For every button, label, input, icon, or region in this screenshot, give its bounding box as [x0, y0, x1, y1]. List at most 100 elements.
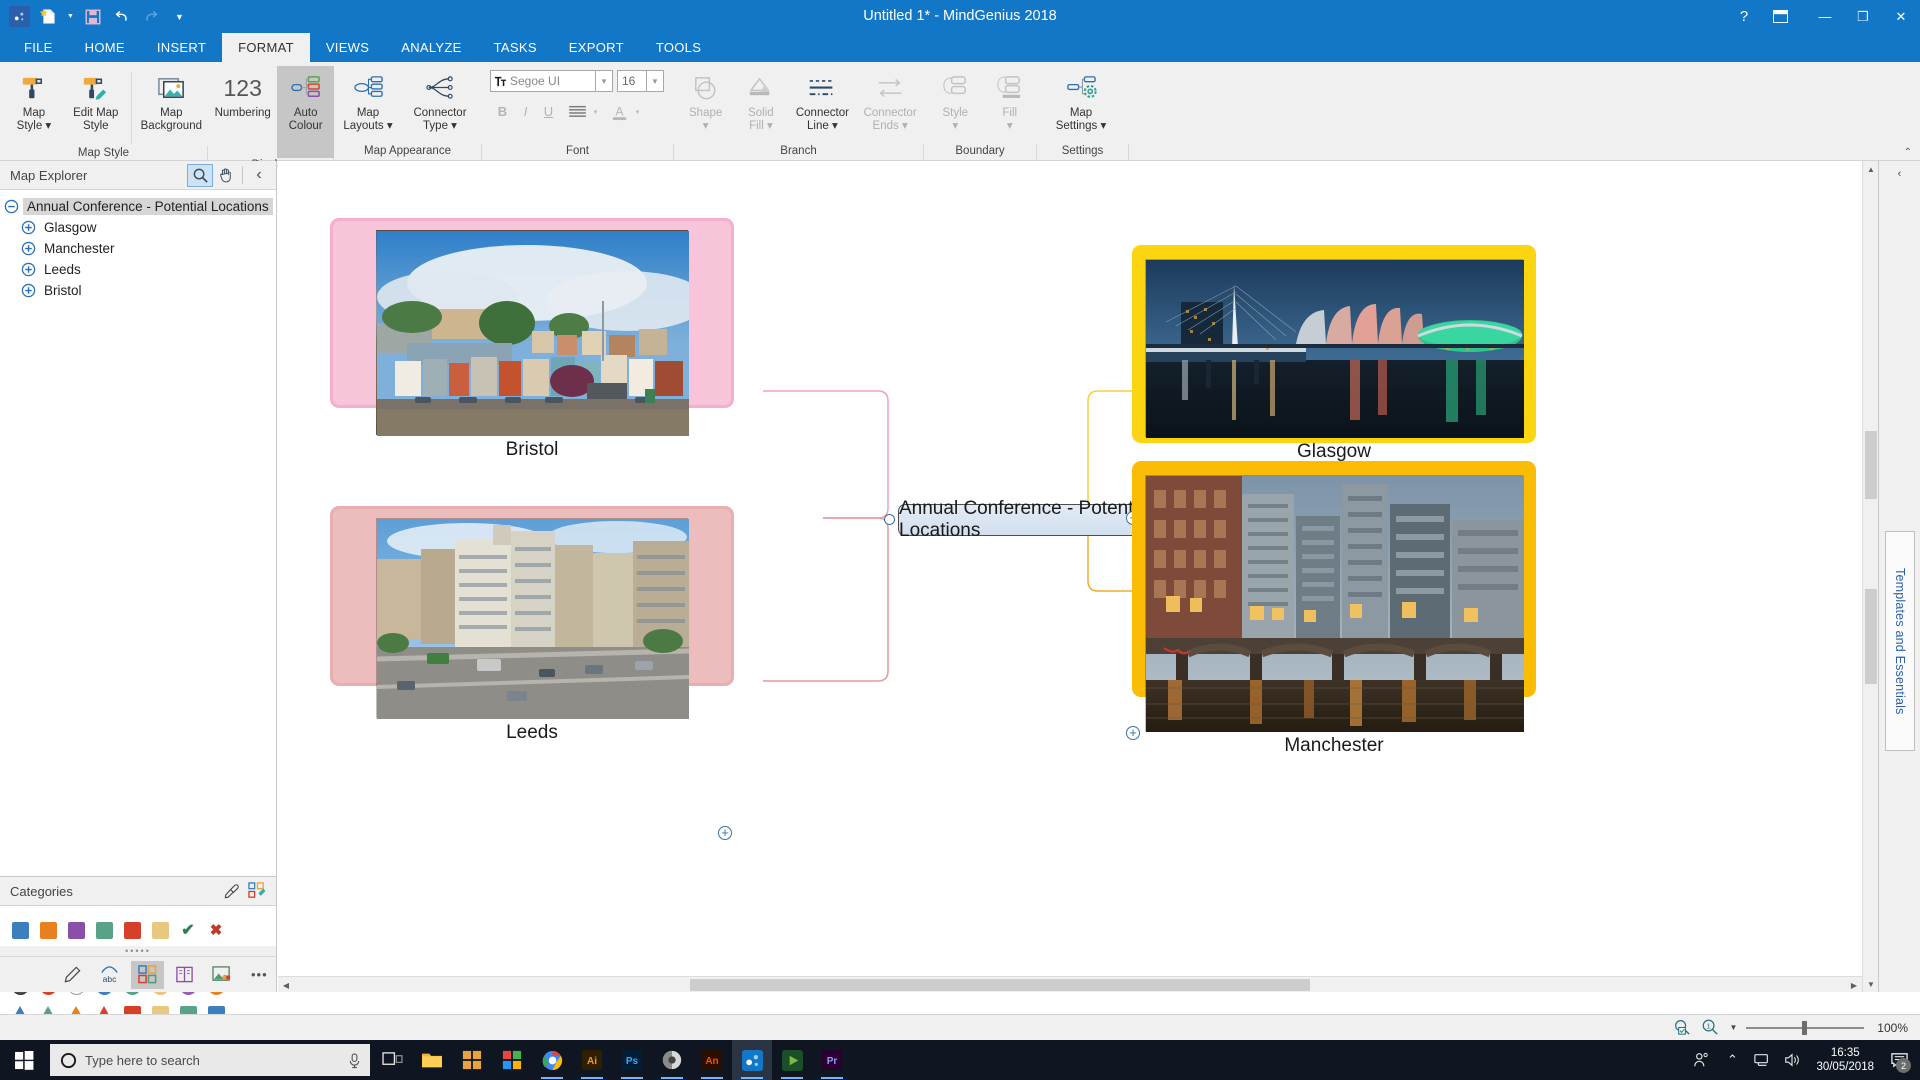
scroll-down-icon[interactable]: ▼ [1863, 976, 1879, 992]
vertical-scroll-thumb-2[interactable] [1865, 589, 1877, 684]
zoom-slider[interactable] [1746, 1020, 1864, 1036]
map-canvas[interactable]: Bristol + [278, 161, 1878, 992]
tab-file[interactable]: FILE [8, 33, 69, 62]
map-node-bristol[interactable]: Bristol [330, 218, 734, 408]
customize-qat-icon[interactable]: ▼ [166, 3, 193, 30]
bold-button[interactable]: B [492, 101, 513, 122]
category-blue-square[interactable] [6, 916, 34, 944]
taskbar-store[interactable] [452, 1040, 492, 1080]
connector-ends-button[interactable]: Connector Ends ▾ [856, 66, 924, 132]
italic-button[interactable]: I [515, 101, 536, 122]
tree-item-leeds[interactable]: Leeds [0, 259, 276, 280]
fit-map-icon[interactable] [1671, 1017, 1693, 1039]
font-name-dropdown-icon[interactable]: ▼ [596, 70, 613, 92]
canvas-horizontal-scrollbar[interactable]: ◀ ▶ [278, 976, 1862, 992]
tab-tools[interactable]: TOOLS [640, 33, 717, 62]
tab-home[interactable]: HOME [69, 33, 141, 62]
panel-tab-spelling[interactable]: abc [93, 961, 126, 989]
map-settings-button[interactable]: Map Settings ▾ [1043, 66, 1119, 132]
panel-tab-categories[interactable] [131, 961, 164, 989]
taskbar-mindgenius[interactable] [732, 1040, 772, 1080]
tree-item-manchester[interactable]: Manchester [0, 238, 276, 259]
category-green-square[interactable] [90, 916, 118, 944]
central-left-handle[interactable] [884, 514, 895, 525]
ribbon-display-options-icon[interactable] [1762, 0, 1798, 33]
collapse-ribbon-icon[interactable]: ⌃ [1904, 147, 1912, 158]
panel-tab-library[interactable] [168, 961, 201, 989]
people-icon[interactable] [1688, 1040, 1716, 1080]
category-orange-square[interactable] [34, 916, 62, 944]
task-view-icon[interactable] [372, 1040, 412, 1080]
panel-tab-pencil[interactable] [56, 961, 89, 989]
app-logo-icon[interactable] [6, 3, 33, 30]
panel-tab-more[interactable]: ••• [243, 961, 276, 989]
vertical-scroll-thumb[interactable] [1865, 431, 1877, 499]
expand-right-dock-icon[interactable]: ‹ [1879, 161, 1920, 187]
taskbar-chrome[interactable] [532, 1040, 572, 1080]
leeds-expand-handle[interactable]: + [718, 826, 732, 840]
map-background-button[interactable]: Map Background [135, 66, 208, 132]
taskbar-snagit[interactable] [652, 1040, 692, 1080]
expand-plus-icon[interactable] [20, 219, 37, 236]
zoom-thumb[interactable] [1802, 1021, 1807, 1035]
category-cross-icon[interactable]: ✖ [202, 916, 230, 944]
category-tick-icon[interactable]: ✔ [174, 916, 202, 944]
help-icon[interactable]: ? [1726, 0, 1762, 33]
map-layouts-button[interactable]: Map Layouts ▾ [334, 66, 402, 132]
underline-button[interactable]: U [538, 101, 559, 122]
taskbar-camtasia[interactable] [772, 1040, 812, 1080]
panel-resize-gripper[interactable]: ••••• [0, 946, 276, 956]
maximize-button[interactable]: ❐ [1844, 0, 1882, 33]
panel-tab-pictures[interactable] [205, 961, 238, 989]
category-purple-square[interactable] [62, 916, 90, 944]
pan-hand-icon[interactable] [213, 164, 239, 187]
show-hidden-icons-chevron[interactable]: ⌃ [1718, 1040, 1746, 1080]
expand-plus-icon[interactable] [20, 261, 37, 278]
eyedropper-icon[interactable] [218, 880, 244, 903]
taskbar-animate[interactable]: An [692, 1040, 732, 1080]
new-map-icon[interactable] [35, 3, 62, 30]
volume-icon[interactable] [1778, 1040, 1806, 1080]
solid-fill-button[interactable]: Solid Fill ▾ [733, 66, 788, 132]
edit-categories-icon[interactable] [244, 880, 270, 903]
taskbar-premiere[interactable]: Pr [812, 1040, 852, 1080]
map-node-leeds[interactable]: Leeds [330, 506, 734, 686]
connector-line-button[interactable]: Connector Line ▾ [789, 66, 857, 132]
connector-type-button[interactable]: Connector Type ▾ [402, 66, 478, 132]
taskbar-illustrator[interactable]: Ai [572, 1040, 612, 1080]
tab-insert[interactable]: INSERT [141, 33, 222, 62]
auto-colour-button[interactable]: Auto Colour [277, 66, 334, 158]
align-button[interactable] [567, 101, 588, 122]
collapse-minus-icon[interactable] [3, 198, 20, 215]
map-style-button[interactable]: Map Style ▾ [4, 66, 64, 132]
taskbar-office[interactable] [492, 1040, 532, 1080]
font-name-input[interactable]: Segoe UI [490, 70, 596, 92]
manchester-expand-handle[interactable]: + [1126, 726, 1140, 740]
tab-tasks[interactable]: TASKS [478, 33, 553, 62]
font-colour-dropdown-icon[interactable]: ▾ [632, 101, 643, 122]
scroll-left-icon[interactable]: ◀ [278, 977, 294, 993]
boundary-style-button[interactable]: Style ▾ [928, 66, 983, 132]
zoom-one-icon[interactable]: 1 [1699, 1017, 1721, 1039]
expand-plus-icon[interactable] [20, 282, 37, 299]
taskbar-clock[interactable]: 16:35 30/05/2018 [1808, 1046, 1882, 1074]
expand-plus-icon[interactable] [20, 240, 37, 257]
templates-and-essentials-tab[interactable]: Templates and Essentials [1885, 531, 1915, 751]
qat-new-dropdown-icon[interactable]: ▼ [64, 3, 77, 30]
close-button[interactable]: ✕ [1882, 0, 1920, 33]
tab-format[interactable]: FORMAT [222, 33, 310, 62]
tab-export[interactable]: EXPORT [553, 33, 640, 62]
map-node-glasgow[interactable]: Glasgow [1132, 245, 1536, 443]
tree-item-glasgow[interactable]: Glasgow [0, 217, 276, 238]
shape-button[interactable]: Shape ▾ [678, 66, 733, 132]
tab-analyze[interactable]: ANALYZE [385, 33, 477, 62]
tree-item-root[interactable]: Annual Conference - Potential Locations [0, 196, 276, 217]
boundary-fill-button[interactable]: Fill ▾ [983, 66, 1038, 132]
numbering-button[interactable]: 123 Numbering [208, 66, 277, 120]
align-dropdown-icon[interactable]: ▾ [590, 101, 601, 122]
collapse-panel-icon[interactable]: ‹ [246, 164, 272, 187]
horizontal-scroll-thumb[interactable] [690, 979, 1310, 991]
category-tan-square[interactable] [146, 916, 174, 944]
taskbar-file-explorer[interactable] [412, 1040, 452, 1080]
network-icon[interactable] [1748, 1040, 1776, 1080]
